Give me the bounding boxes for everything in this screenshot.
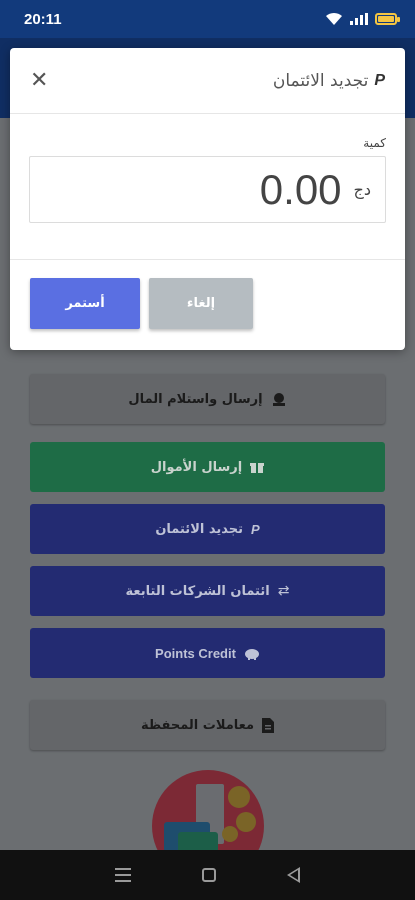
wallet-transactions-label: معاملات المحفظة [140,717,255,733]
back-icon[interactable] [286,867,300,883]
cancel-button[interactable]: إلغاء [149,278,253,329]
battery-icon [375,13,400,25]
status-time: 20:11 [24,10,62,28]
amount-field[interactable]: 0.00 دج [29,156,386,223]
status-icons [325,12,400,26]
modal-footer: أستمر إلغاء [10,260,405,348]
close-icon[interactable]: ✕ [30,68,48,93]
renew-credit-modal: ✕ P تجديد الائتمان كمية 0.00 دج أستمر إل… [10,48,405,350]
wallet-transactions-button[interactable]: معاملات المحفظة [30,700,385,750]
home-icon[interactable] [201,868,216,882]
affiliate-credit-button[interactable]: ائتمان الشركات التابعة ⇄ [30,566,385,616]
paypal-icon: P [374,71,385,89]
modal-title-text: تجديد الائتمان [272,70,369,91]
affiliate-credit-label: ائتمان الشركات التابعة [125,583,270,599]
document-icon [262,717,275,733]
menu-icon[interactable] [115,868,132,882]
send-receive-money-label: إرسال واستلام المال [128,391,263,407]
send-receive-money-button[interactable]: إرسال واستلام المال [30,374,385,424]
wifi-icon [326,12,342,25]
signal-icon [350,13,368,25]
paypal-icon: P [251,521,260,537]
send-funds-button[interactable]: إرسال الأموال [30,442,385,492]
gift-icon [250,463,265,473]
send-funds-label: إرسال الأموال [150,459,243,475]
currency-symbol: دج [353,180,371,199]
piggy-bank-icon [244,649,259,660]
modal-body: كمية 0.00 دج [10,114,405,260]
amount-label: كمية [363,136,386,150]
modal-header: ✕ P تجديد الائتمان [10,48,405,114]
system-nav-bar [0,850,415,900]
renew-credit-button[interactable]: تجديد الائتمان P [30,504,385,554]
modal-title: P تجديد الائتمان [273,71,385,91]
money-transfer-icon [272,393,285,406]
renew-credit-label: تجديد الائتمان [155,521,244,537]
status-bar: 20:11 [0,0,415,38]
points-credit-label: Points Credit [155,645,236,661]
points-credit-button[interactable]: Points Credit [30,628,385,678]
continue-button[interactable]: أستمر [30,278,140,329]
amount-value: 0.00 [259,165,342,213]
exchange-arrows-icon: ⇄ [277,583,290,599]
